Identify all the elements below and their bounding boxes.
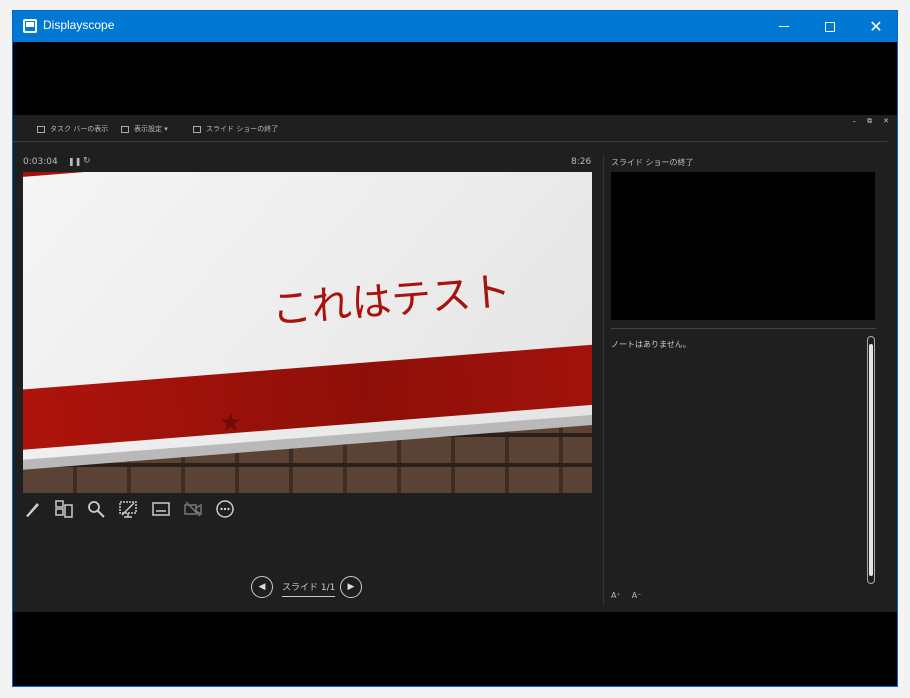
more-options-button[interactable] (215, 499, 235, 519)
pane-divider[interactable] (603, 155, 604, 605)
elapsed-timer: 0:03:04 (23, 157, 58, 167)
maximize-icon (825, 21, 835, 32)
subtitles-button[interactable] (151, 499, 171, 519)
previous-icon: ◀ (258, 582, 266, 592)
pause-timer-button[interactable]: ❚❚ (68, 157, 81, 166)
end-show-button[interactable]: スライド ショーの終了 (193, 124, 278, 134)
see-all-slides-button[interactable] (54, 499, 74, 519)
app-icon (23, 19, 37, 33)
star-icon: ★ (219, 408, 243, 438)
notes-font-controls: A⁺ A⁻ (611, 591, 641, 600)
presenter-restore-button[interactable]: ⧉ (867, 117, 872, 126)
restart-timer-button[interactable]: ↻ (83, 156, 91, 166)
slide-navigation: ◀ スライド 1/1 ▶ (251, 575, 366, 599)
presenter-close-button[interactable]: ✕ (883, 117, 889, 126)
minimize-icon (779, 26, 789, 27)
next-slide-label: スライド ショーの終了 (611, 158, 694, 167)
notes-scrollbar[interactable] (867, 336, 875, 584)
show-taskbar-button[interactable]: タスク バーの表示 (37, 124, 108, 134)
more-options-icon (216, 500, 234, 518)
next-slide-button[interactable]: ▶ (340, 576, 362, 598)
presenter-window-controls: – ⧉ ✕ (853, 117, 889, 126)
presenter-minimize-button[interactable]: – (853, 117, 857, 126)
minimize-button[interactable] (761, 11, 807, 42)
next-icon: ▶ (347, 582, 355, 592)
black-screen-icon (119, 501, 137, 518)
slide-counter[interactable]: スライド 1/1 (282, 580, 336, 597)
notes-separator[interactable] (611, 328, 876, 329)
display-settings-icon (121, 125, 129, 133)
show-taskbar-label: タスク バーの表示 (50, 125, 109, 133)
increase-font-button[interactable]: A⁺ (611, 591, 621, 600)
zoom-button[interactable] (86, 499, 106, 519)
next-slide-preview[interactable] (611, 172, 875, 320)
current-slide: これはテスト ★ (23, 172, 592, 493)
subtitles-icon (152, 502, 170, 516)
pen-tool-button[interactable] (23, 499, 43, 519)
previous-slide-button[interactable]: ◀ (251, 576, 273, 598)
end-show-label: スライド ショーの終了 (206, 125, 279, 133)
presenter-view: タスク バーの表示 表示設定 ▾ スライド ショーの終了 – ⧉ ✕ 0:03:… (13, 115, 897, 612)
black-screen-button[interactable] (118, 499, 138, 519)
end-show-icon (193, 125, 201, 133)
display-settings-button[interactable]: 表示設定 ▾ (121, 124, 168, 134)
app-window: Displayscope ✕ タスク バーの表示 表示設定 ▾ スライド ショー… (12, 10, 898, 687)
title-bar: Displayscope ✕ (13, 11, 897, 42)
see-all-slides-icon (55, 500, 73, 518)
close-icon: ✕ (869, 16, 883, 36)
maximize-button[interactable] (807, 11, 853, 42)
pen-icon (26, 503, 39, 517)
close-button[interactable]: ✕ (853, 11, 899, 42)
presenter-toolbar: タスク バーの表示 表示設定 ▾ スライド ショーの終了 (13, 115, 887, 142)
display-settings-label: 表示設定 ▾ (134, 125, 168, 133)
decrease-font-button[interactable]: A⁻ (632, 591, 642, 600)
zoom-icon (88, 501, 105, 518)
current-time: 8:26 (571, 157, 592, 167)
notes-scrollbar-thumb[interactable] (869, 344, 873, 576)
window-title: Displayscope (43, 18, 115, 32)
camera-toggle-button[interactable] (183, 499, 203, 519)
speaker-notes: ノートはありません。 (611, 340, 691, 349)
taskbar-icon (37, 125, 45, 133)
camera-off-icon (184, 501, 202, 517)
